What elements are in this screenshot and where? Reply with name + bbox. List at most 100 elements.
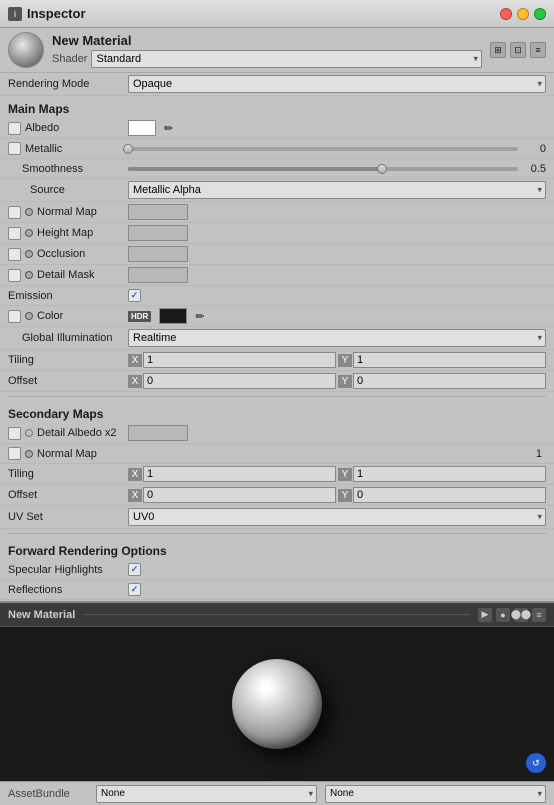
smoothness-slider-container: 0.5 <box>128 163 546 175</box>
material-icon-btn-3[interactable]: ≡ <box>530 42 546 58</box>
asset-select-2[interactable]: None <box>325 785 546 803</box>
material-icon-btn-2[interactable]: ⊡ <box>510 42 526 58</box>
maximize-button[interactable] <box>534 8 546 20</box>
source-select-wrapper: Metallic Alpha <box>128 181 546 199</box>
rendering-mode-value: Opaque <box>128 75 546 93</box>
metallic-slider-track[interactable] <box>128 147 518 151</box>
height-map-checkbox[interactable] <box>8 227 21 240</box>
emission-color-checkbox[interactable] <box>8 310 21 323</box>
albedo-edit-icon[interactable]: ✏ <box>164 122 173 135</box>
offset-2-label: Offset <box>8 489 128 501</box>
height-map-thumb[interactable] <box>128 225 188 241</box>
offset-1-xy: X Y <box>128 373 546 389</box>
forward-rendering-header: Forward Rendering Options <box>0 538 554 560</box>
offset-1-x-input[interactable] <box>143 373 336 389</box>
normal-map-thumb[interactable] <box>128 204 188 220</box>
material-icons-right: ⊞ ⊡ ≡ <box>490 42 546 58</box>
offset-2-x-input[interactable] <box>143 487 336 503</box>
minimize-button[interactable] <box>517 8 529 20</box>
albedo-checkbox[interactable] <box>8 122 21 135</box>
gi-select[interactable]: Realtime <box>128 329 546 347</box>
shader-select[interactable]: Standard <box>91 50 482 68</box>
tiling-1-value: X Y <box>128 352 546 368</box>
rendering-mode-row: Rendering Mode Opaque <box>0 73 554 96</box>
detail-albedo-thumb[interactable] <box>128 425 188 441</box>
preview-menu-btn[interactable]: ≡ <box>532 608 546 622</box>
albedo-label-area: Albedo <box>8 122 128 135</box>
preview-title: New Material <box>8 609 75 621</box>
material-header: New Material Shader Standard ⊞ ⊡ ≡ <box>0 28 554 73</box>
metallic-slider-thumb[interactable] <box>123 144 133 154</box>
occlusion-checkbox[interactable] <box>8 248 21 261</box>
material-name: New Material <box>52 33 482 48</box>
normal-map-label: Normal Map <box>37 206 97 218</box>
offset-2-y-label: Y <box>338 489 352 502</box>
source-select[interactable]: Metallic Alpha <box>128 181 546 199</box>
offset-1-value: X Y <box>128 373 546 389</box>
material-icon-btn-1[interactable]: ⊞ <box>490 42 506 58</box>
source-value: Metallic Alpha <box>128 181 546 199</box>
emission-edit-icon[interactable]: ✏ <box>195 310 204 323</box>
reflections-row: Reflections <box>0 580 554 600</box>
smoothness-slider-fill <box>128 167 382 171</box>
height-map-value <box>128 225 546 241</box>
smoothness-label: Smoothness <box>8 163 83 175</box>
menu-icon: ≡ <box>536 610 541 620</box>
smoothness-slider-track[interactable] <box>128 167 518 171</box>
detail-mask-checkbox[interactable] <box>8 269 21 282</box>
tiling-1-y-input[interactable] <box>353 352 546 368</box>
preview-divider <box>83 614 470 615</box>
inspector-icon: i <box>8 7 22 21</box>
rendering-mode-label: Rendering Mode <box>8 78 128 90</box>
occlusion-value <box>128 246 546 262</box>
asset-select-1-wrapper: None <box>96 785 317 803</box>
occlusion-thumb[interactable] <box>128 246 188 262</box>
offset-2-xy: X Y <box>128 487 546 503</box>
preview-dot-btn[interactable]: ● <box>496 608 510 622</box>
asset-bundle-label: AssetBundle <box>8 788 88 800</box>
offset-2-x-field: X <box>128 487 336 503</box>
rendering-mode-select[interactable]: Opaque <box>128 75 546 93</box>
tiling-2-y-field: Y <box>338 466 546 482</box>
preview-badge-icon: ↺ <box>532 758 540 769</box>
uv-set-select-wrapper: UV0 <box>128 508 546 526</box>
uv-set-row: UV Set UV0 <box>0 506 554 529</box>
emission-color-swatch[interactable] <box>159 308 187 324</box>
specular-highlights-checkbox[interactable] <box>128 563 141 576</box>
preview-play-btn[interactable]: ▶ <box>478 608 492 622</box>
detail-mask-thumb[interactable] <box>128 267 188 283</box>
secondary-maps-label: Secondary Maps <box>8 407 128 421</box>
metallic-value: 0 <box>128 143 546 155</box>
tiling-1-x-input[interactable] <box>143 352 336 368</box>
specular-highlights-row: Specular Highlights <box>0 560 554 580</box>
smoothness-slider-thumb[interactable] <box>377 164 387 174</box>
preview-dots-btn[interactable]: ⬤⬤ <box>514 608 528 622</box>
rendering-mode-select-wrapper: Opaque <box>128 75 546 93</box>
offset-2-y-input[interactable] <box>353 487 546 503</box>
emission-checkbox[interactable] <box>128 289 141 302</box>
source-label: Source <box>8 184 65 196</box>
detail-albedo-label-area: Detail Albedo x2 <box>8 427 128 440</box>
tiling-2-x-input[interactable] <box>143 466 336 482</box>
albedo-color-swatch[interactable] <box>128 120 156 136</box>
offset-1-y-input[interactable] <box>353 373 546 389</box>
reflections-value <box>128 583 546 596</box>
metallic-row: Metallic 0 <box>0 139 554 159</box>
close-button[interactable] <box>500 8 512 20</box>
dot-icon: ● <box>500 610 505 620</box>
metallic-checkbox[interactable] <box>8 142 21 155</box>
asset-select-1[interactable]: None <box>96 785 317 803</box>
normal-map-2-checkbox[interactable] <box>8 447 21 460</box>
hdr-badge: HDR <box>128 311 151 322</box>
offset-1-y-field: Y <box>338 373 546 389</box>
detail-albedo-checkbox[interactable] <box>8 427 21 440</box>
normal-map-checkbox[interactable] <box>8 206 21 219</box>
reflections-checkbox[interactable] <box>128 583 141 596</box>
tiling-2-y-input[interactable] <box>353 466 546 482</box>
global-illumination-value: Realtime <box>128 329 546 347</box>
uv-set-select[interactable]: UV0 <box>128 508 546 526</box>
occlusion-label: Occlusion <box>37 248 85 260</box>
normal-map-label-area: Normal Map <box>8 206 128 219</box>
normal-map-2-number: 1 <box>536 448 546 460</box>
detail-mask-label-area: Detail Mask <box>8 269 128 282</box>
